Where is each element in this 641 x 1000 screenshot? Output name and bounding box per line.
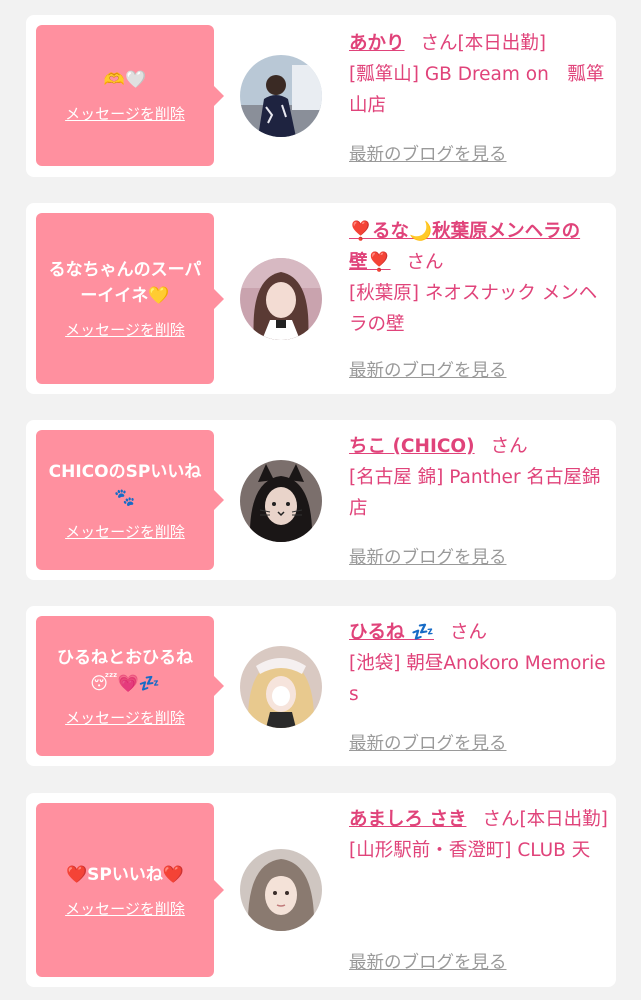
girl-selfie-avatar[interactable]	[240, 258, 322, 340]
honorific-status: さん	[449, 622, 487, 643]
shop-name: [秋葉原] ネオスナック メンヘラの壁	[349, 283, 598, 335]
blonde-girl-avatar[interactable]	[240, 646, 322, 728]
honorific-status: さん[本日出勤]	[482, 809, 608, 830]
girl-kimono-avatar[interactable]	[240, 55, 322, 137]
message-text: るなちゃんのスーパーイイネ💛	[48, 260, 202, 306]
honorific-status: さん	[406, 252, 444, 273]
name-line: あかり さん[本日出勤]	[349, 28, 611, 59]
message-card: 🫶🤍 メッセージを削除 あかり さん[本日出勤] [瓢箪山] GB Dream o…	[26, 15, 616, 177]
shop-name: [瓢箪山] GB Dream on 瓢箪山店	[349, 64, 605, 116]
cast-name-link[interactable]: ちこ (CHICO)	[349, 436, 475, 457]
shop-name: [池袋] 朝昼Anokoro Memories	[349, 653, 606, 705]
message-text: ひるねとおひるね😴💗💤	[57, 647, 193, 694]
message-text: CHICOのSPいいね🐾	[48, 461, 202, 508]
girl-bangs-avatar[interactable]	[240, 849, 322, 931]
message-text: 🫶🤍	[103, 70, 147, 90]
shop-name: [山形駅前・香澄町] CLUB 天	[349, 840, 591, 861]
view-latest-blog-link[interactable]: 最新のブログを見る	[349, 544, 507, 569]
cast-info: ひるね 💤 さん [池袋] 朝昼Anokoro Memories	[349, 617, 611, 710]
message-bubble: 🫶🤍 メッセージを削除	[36, 25, 224, 166]
cast-name-link[interactable]: ❣️るな🌙秋葉原メンヘラの壁❣️	[349, 221, 580, 273]
message-bubble: るなちゃんのスーパーイイネ💛 メッセージを削除	[36, 213, 224, 384]
message-card: ひるねとおひるね😴💗💤 メッセージを削除 ひるね 💤 さん [池袋] 朝昼Anok…	[26, 606, 616, 766]
message-card: るなちゃんのスーパーイイネ💛 メッセージを削除 ❣️るな🌙秋葉原メンヘラの壁❣️…	[26, 203, 616, 394]
name-line: ひるね 💤 さん	[349, 617, 611, 648]
name-line: ちこ (CHICO) さん	[349, 431, 611, 462]
honorific-status: さん	[490, 436, 528, 457]
message-text: ❤️SPいいね❤️	[65, 864, 185, 885]
cat-filter-avatar[interactable]	[240, 460, 322, 542]
name-line: あましろ さき さん[本日出勤]	[349, 804, 611, 835]
delete-message-link[interactable]: メッセージを削除	[65, 103, 185, 124]
cast-info: ちこ (CHICO) さん [名古屋 錦] Panther 名古屋錦店	[349, 431, 611, 524]
name-line: ❣️るな🌙秋葉原メンヘラの壁❣️ さん	[349, 216, 611, 278]
message-bubble: CHICOのSPいいね🐾 メッセージを削除	[36, 430, 224, 570]
view-latest-blog-link[interactable]: 最新のブログを見る	[349, 357, 507, 382]
delete-message-link[interactable]: メッセージを削除	[65, 707, 185, 728]
honorific-status: さん[本日出勤]	[420, 33, 546, 54]
message-card: CHICOのSPいいね🐾 メッセージを削除 ちこ (CHICO) さん [名古屋 …	[26, 420, 616, 580]
view-latest-blog-link[interactable]: 最新のブログを見る	[349, 141, 507, 166]
message-bubble: ❤️SPいいね❤️ メッセージを削除	[36, 803, 224, 977]
message-bubble: ひるねとおひるね😴💗💤 メッセージを削除	[36, 616, 224, 756]
message-card: ❤️SPいいね❤️ メッセージを削除 あましろ さき さん[本日出勤] [山形駅前…	[26, 793, 616, 987]
shop-name: [名古屋 錦] Panther 名古屋錦店	[349, 467, 601, 519]
cast-info: あましろ さき さん[本日出勤] [山形駅前・香澄町] CLUB 天	[349, 804, 611, 866]
delete-message-link[interactable]: メッセージを削除	[65, 521, 185, 542]
view-latest-blog-link[interactable]: 最新のブログを見る	[349, 949, 507, 974]
cast-name-link[interactable]: ひるね 💤	[349, 622, 434, 643]
cast-name-link[interactable]: あかり	[349, 33, 405, 54]
cast-info: ❣️るな🌙秋葉原メンヘラの壁❣️ さん [秋葉原] ネオスナック メンヘラの壁	[349, 216, 611, 340]
cast-info: あかり さん[本日出勤] [瓢箪山] GB Dream on 瓢箪山店	[349, 28, 611, 121]
delete-message-link[interactable]: メッセージを削除	[65, 319, 185, 340]
view-latest-blog-link[interactable]: 最新のブログを見る	[349, 730, 507, 755]
delete-message-link[interactable]: メッセージを削除	[65, 898, 185, 919]
cast-name-link[interactable]: あましろ さき	[349, 809, 466, 830]
